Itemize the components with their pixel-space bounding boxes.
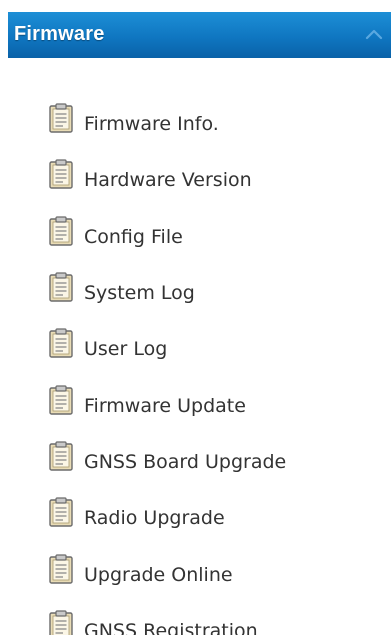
clipboard-icon [48,441,74,471]
clipboard-icon [48,159,74,190]
menu-item-label: GNSS Registration [84,619,258,635]
section-title: Firmware [14,23,105,45]
menu-item-label: Radio Upgrade [84,507,225,530]
clipboard-icon [48,610,74,635]
clipboard-icon [48,103,74,133]
firmware-panel: Firmware Firmware Info. Hardware Version… [0,0,391,635]
menu-item-label: Firmware Info. [84,113,219,136]
clipboard-icon [48,497,74,527]
chevron-up-icon[interactable] [363,24,385,46]
menu-item-radio-upgrade[interactable]: Radio Upgrade [48,487,286,543]
menu-item-label: Config File [84,225,183,248]
menu-item-hardware-version[interactable]: Hardware Version [48,149,286,205]
menu-item-upgrade-online[interactable]: Upgrade Online [48,543,286,599]
clipboard-icon [48,328,74,359]
menu-item-label: Hardware Version [84,169,252,192]
menu-item-firmware-info[interactable]: Firmware Info. [48,93,286,149]
menu-item-config-file[interactable]: Config File [48,206,286,262]
clipboard-icon [48,553,74,584]
clipboard-icon [48,216,74,246]
menu-item-label: Firmware Update [84,394,246,417]
menu-item-label: GNSS Board Upgrade [84,450,287,473]
menu-item-label: User Log [84,338,168,361]
menu-item-label: Upgrade Online [84,563,233,586]
firmware-section-header[interactable]: Firmware [8,12,391,58]
menu-item-gnss-board-upgrade[interactable]: GNSS Board Upgrade [48,431,286,487]
clipboard-icon [48,272,74,302]
clipboard-icon [48,385,74,415]
firmware-menu: Firmware Info. Hardware Version Config F… [48,93,286,635]
menu-item-gnss-registration[interactable]: GNSS Registration [48,600,286,635]
menu-item-system-log[interactable]: System Log [48,262,286,318]
menu-item-user-log[interactable]: User Log [48,318,286,374]
menu-item-label: System Log [84,282,195,305]
menu-item-firmware-update[interactable]: Firmware Update [48,374,286,430]
